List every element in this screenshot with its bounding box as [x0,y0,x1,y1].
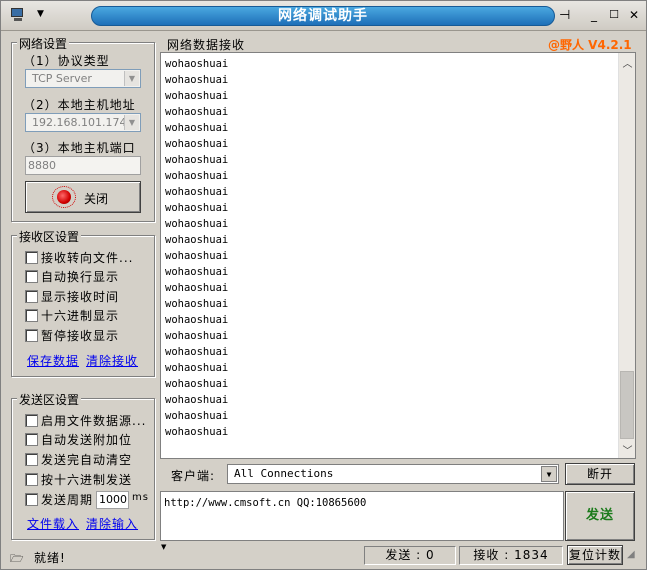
window-title: 网络调试助手 [91,6,555,26]
client-select[interactable]: All Connections ▼ [227,464,559,484]
receive-line: wohaoshuai [165,218,229,230]
chevron-down-icon[interactable]: ▼ [124,71,139,86]
receive-line: wohaoshuai [165,298,229,310]
receive-line: wohaoshuai [165,90,229,102]
protocol-value: TCP Server [32,72,92,85]
network-settings-title: 网络设置 [17,35,70,52]
checkbox-show-time[interactable] [25,290,38,303]
receive-line: wohaoshuai [165,122,229,134]
version-label: @野人 V4.2.1 [548,38,632,52]
scroll-down-icon[interactable]: ﹀ [619,442,635,457]
receive-textarea[interactable]: wohaoshuai wohaoshuai wohaoshuai wohaoshuai… [160,52,636,459]
receive-line: wohaoshuai [165,426,229,438]
host-select[interactable]: 192.168.101.174 ▼ [25,113,141,132]
client-label: 客户端: [171,469,216,483]
red-led-icon [57,190,71,204]
resize-grip-icon[interactable]: ◢ [627,549,643,565]
recv-option-label: 十六进制显示 [41,309,120,323]
clear-receive-link[interactable]: 清除接收 [86,352,138,369]
receive-line: wohaoshuai [165,330,229,342]
close-connection-button[interactable]: 关闭 [25,181,141,213]
receive-line: wohaoshuai [165,346,229,358]
receive-line: wohaoshuai [165,74,229,86]
pin-icon[interactable]: ⊣ [559,8,570,23]
receive-line: wohaoshuai [165,394,229,406]
send-option-label: 发送完自动清空 [41,453,133,467]
checkbox-auto-wrap[interactable] [25,270,38,283]
system-menu-arrow-icon[interactable]: ▼ [37,9,44,19]
host-label: （2）本地主机地址 [23,98,136,112]
receive-line: wohaoshuai [165,138,229,150]
send-settings-title: 发送区设置 [17,391,82,408]
receive-line: wohaoshuai [165,154,229,166]
send-button[interactable]: 发送 [565,491,635,541]
title-bar: ▼ 网络调试助手 ⊣ _ ☐ ✕ [1,1,646,31]
send-option-label: 启用文件数据源... [41,414,147,428]
receive-line: wohaoshuai [165,106,229,118]
receive-line: wohaoshuai [165,186,229,198]
period-input[interactable]: 1000 [96,491,129,509]
checkbox-hex-send[interactable] [25,473,38,486]
receive-line: wohaoshuai [165,378,229,390]
host-value: 192.168.101.174 [32,116,127,129]
receive-lines: wohaoshuai wohaoshuai wohaoshuai wohaoshuai… [165,56,228,440]
checkbox-auto-clear[interactable] [25,453,38,466]
computer-icon[interactable] [11,8,27,22]
receive-settings-title: 接收区设置 [17,228,82,245]
receive-line: wohaoshuai [165,202,229,214]
status-ready-text: 就绪! [34,551,66,565]
port-input[interactable]: 8880 [25,156,141,175]
checkbox-send-period[interactable] [25,493,38,506]
receive-line: wohaoshuai [165,234,229,246]
app-window: ▼ 网络调试助手 ⊣ _ ☐ ✕ 网络设置 （1）协议类型 TCP Server… [0,0,647,570]
sent-count: 发送 : 0 [364,546,456,565]
status-icon: 🗁 [10,552,24,565]
scroll-up-icon[interactable]: ︿ [619,55,635,70]
receive-line: wohaoshuai [165,410,229,422]
maximize-icon[interactable]: ☐ [606,8,622,22]
receive-line: wohaoshuai [165,250,229,262]
protocol-label: （1）协议类型 [23,54,110,68]
reset-count-button[interactable]: 复位计数 [567,545,623,565]
clear-input-link[interactable]: 清除输入 [86,515,138,532]
close-button-label: 关闭 [84,192,109,206]
splitter-arrow-icon[interactable]: ▼ [161,543,166,551]
scroll-thumb[interactable] [620,371,634,439]
recv-option-label: 自动换行显示 [41,270,120,284]
load-file-link[interactable]: 文件载入 [27,515,79,532]
close-icon[interactable]: ✕ [626,8,642,22]
checkbox-auto-append[interactable] [25,433,38,446]
received-count: 接收 : 1834 [459,546,563,565]
receive-line: wohaoshuai [165,58,229,70]
protocol-select[interactable]: TCP Server ▼ [25,69,141,88]
save-data-link[interactable]: 保存数据 [27,352,79,369]
period-unit: ms [132,492,149,503]
minimize-icon[interactable]: _ [586,8,602,22]
disconnect-button[interactable]: 断开 [565,463,635,485]
checkbox-recv-to-file[interactable] [25,251,38,264]
period-label: 发送周期 [41,493,94,507]
send-option-label: 按十六进制发送 [41,473,133,487]
receive-line: wohaoshuai [165,266,229,278]
client-value: All Connections [234,467,334,480]
checkbox-pause-display[interactable] [25,329,38,342]
checkbox-hex-display[interactable] [25,309,38,322]
chevron-down-icon[interactable]: ▼ [541,466,557,482]
receive-line: wohaoshuai [165,362,229,374]
receive-line: wohaoshuai [165,282,229,294]
recv-option-label: 显示接收时间 [41,290,120,304]
port-label: （3）本地主机端口 [23,141,136,155]
send-textarea[interactable]: http://www.cmsoft.cn QQ:10865600 [160,491,564,541]
send-option-label: 自动发送附加位 [41,433,133,447]
chevron-down-icon[interactable]: ▼ [124,115,139,130]
receive-area-title: 网络数据接收 [167,38,246,52]
vertical-scrollbar[interactable]: ︿ ﹀ [618,53,635,458]
receive-line: wohaoshuai [165,170,229,182]
recv-option-label: 暂停接收显示 [41,329,120,343]
recv-option-label: 接收转向文件... [41,251,134,265]
checkbox-file-source[interactable] [25,414,38,427]
receive-line: wohaoshuai [165,314,229,326]
